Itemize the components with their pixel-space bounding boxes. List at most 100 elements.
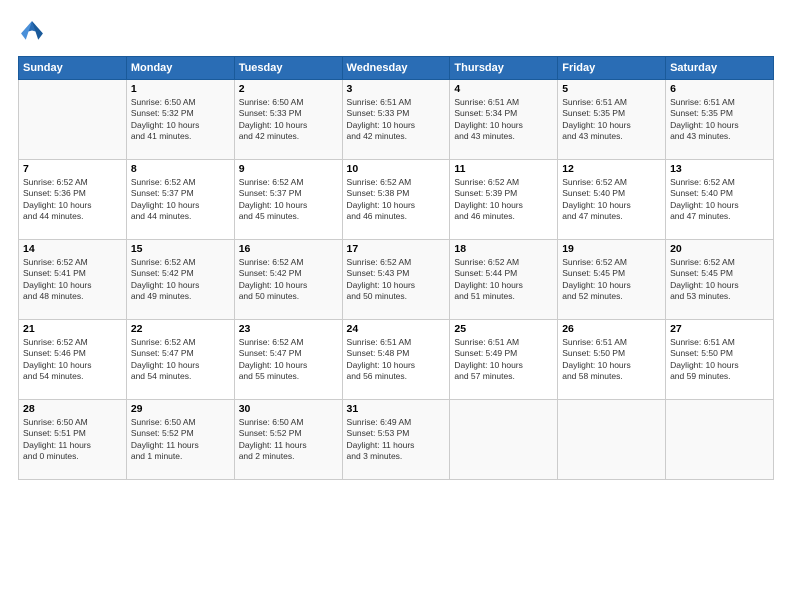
day-number: 11 bbox=[454, 163, 553, 175]
day-info: Sunrise: 6:49 AM Sunset: 5:53 PM Dayligh… bbox=[347, 417, 446, 463]
day-info: Sunrise: 6:51 AM Sunset: 5:50 PM Dayligh… bbox=[670, 337, 769, 383]
calendar-week-row: 28 Sunrise: 6:50 AM Sunset: 5:51 PM Dayli… bbox=[19, 400, 774, 480]
calendar-cell: 2 Sunrise: 6:50 AM Sunset: 5:33 PM Daylig… bbox=[234, 80, 342, 160]
day-info: Sunrise: 6:51 AM Sunset: 5:34 PM Dayligh… bbox=[454, 97, 553, 143]
calendar-week-row: 14Sunrise: 6:52 AM Sunset: 5:41 PM Dayli… bbox=[19, 240, 774, 320]
day-info: Sunrise: 6:52 AM Sunset: 5:44 PM Dayligh… bbox=[454, 257, 553, 303]
weekday-header-monday: Monday bbox=[126, 57, 234, 80]
day-number: 26 bbox=[562, 323, 661, 335]
calendar-cell: 22 Sunrise: 6:52 AM Sunset: 5:47 PM Dayli… bbox=[126, 320, 234, 400]
day-number: 6 bbox=[670, 83, 769, 95]
page: SundayMondayTuesdayWednesdayThursdayFrid… bbox=[0, 0, 792, 612]
weekday-header-saturday: Saturday bbox=[666, 57, 774, 80]
calendar-cell bbox=[450, 400, 558, 480]
day-info: Sunrise: 6:52 AM Sunset: 5:46 PM Dayligh… bbox=[23, 337, 122, 383]
day-info: Sunrise: 6:51 AM Sunset: 5:50 PM Dayligh… bbox=[562, 337, 661, 383]
calendar-cell: 21Sunrise: 6:52 AM Sunset: 5:46 PM Dayli… bbox=[19, 320, 127, 400]
day-info: Sunrise: 6:52 AM Sunset: 5:47 PM Dayligh… bbox=[239, 337, 338, 383]
calendar-cell: 5Sunrise: 6:51 AM Sunset: 5:35 PM Daylig… bbox=[558, 80, 666, 160]
weekday-header-wednesday: Wednesday bbox=[342, 57, 450, 80]
day-number: 22 bbox=[131, 323, 230, 335]
calendar-cell: 18 Sunrise: 6:52 AM Sunset: 5:44 PM Dayli… bbox=[450, 240, 558, 320]
day-number: 31 bbox=[347, 403, 446, 415]
calendar-cell: 6Sunrise: 6:51 AM Sunset: 5:35 PM Daylig… bbox=[666, 80, 774, 160]
day-number: 27 bbox=[670, 323, 769, 335]
day-info: Sunrise: 6:52 AM Sunset: 5:37 PM Dayligh… bbox=[239, 177, 338, 223]
day-number: 4 bbox=[454, 83, 553, 95]
day-info: Sunrise: 6:52 AM Sunset: 5:42 PM Dayligh… bbox=[131, 257, 230, 303]
day-number: 29 bbox=[131, 403, 230, 415]
day-number: 20 bbox=[670, 243, 769, 255]
day-info: Sunrise: 6:51 AM Sunset: 5:48 PM Dayligh… bbox=[347, 337, 446, 383]
calendar-cell: 14Sunrise: 6:52 AM Sunset: 5:41 PM Dayli… bbox=[19, 240, 127, 320]
day-info: Sunrise: 6:51 AM Sunset: 5:35 PM Dayligh… bbox=[562, 97, 661, 143]
day-info: Sunrise: 6:52 AM Sunset: 5:47 PM Dayligh… bbox=[131, 337, 230, 383]
day-info: Sunrise: 6:52 AM Sunset: 5:40 PM Dayligh… bbox=[670, 177, 769, 223]
calendar-cell: 8Sunrise: 6:52 AM Sunset: 5:37 PM Daylig… bbox=[126, 160, 234, 240]
calendar-cell: 1 Sunrise: 6:50 AM Sunset: 5:32 PM Daylig… bbox=[126, 80, 234, 160]
day-number: 28 bbox=[23, 403, 122, 415]
weekday-header-row: SundayMondayTuesdayWednesdayThursdayFrid… bbox=[19, 57, 774, 80]
weekday-header-thursday: Thursday bbox=[450, 57, 558, 80]
day-info: Sunrise: 6:50 AM Sunset: 5:52 PM Dayligh… bbox=[131, 417, 230, 463]
day-info: Sunrise: 6:52 AM Sunset: 5:43 PM Dayligh… bbox=[347, 257, 446, 303]
day-info: Sunrise: 6:50 AM Sunset: 5:51 PM Dayligh… bbox=[23, 417, 122, 463]
day-number: 18 bbox=[454, 243, 553, 255]
calendar-cell: 23 Sunrise: 6:52 AM Sunset: 5:47 PM Dayli… bbox=[234, 320, 342, 400]
calendar-cell: 9Sunrise: 6:52 AM Sunset: 5:37 PM Daylig… bbox=[234, 160, 342, 240]
calendar-cell: 11Sunrise: 6:52 AM Sunset: 5:39 PM Dayli… bbox=[450, 160, 558, 240]
day-info: Sunrise: 6:52 AM Sunset: 5:36 PM Dayligh… bbox=[23, 177, 122, 223]
calendar-cell: 10Sunrise: 6:52 AM Sunset: 5:38 PM Dayli… bbox=[342, 160, 450, 240]
calendar-week-row: 21Sunrise: 6:52 AM Sunset: 5:46 PM Dayli… bbox=[19, 320, 774, 400]
calendar-cell: 24Sunrise: 6:51 AM Sunset: 5:48 PM Dayli… bbox=[342, 320, 450, 400]
day-number: 30 bbox=[239, 403, 338, 415]
day-number: 15 bbox=[131, 243, 230, 255]
day-number: 3 bbox=[347, 83, 446, 95]
day-info: Sunrise: 6:51 AM Sunset: 5:33 PM Dayligh… bbox=[347, 97, 446, 143]
day-number: 16 bbox=[239, 243, 338, 255]
calendar-cell: 29 Sunrise: 6:50 AM Sunset: 5:52 PM Dayli… bbox=[126, 400, 234, 480]
calendar-cell: 16 Sunrise: 6:52 AM Sunset: 5:42 PM Dayli… bbox=[234, 240, 342, 320]
day-number: 2 bbox=[239, 83, 338, 95]
day-number: 19 bbox=[562, 243, 661, 255]
weekday-header-sunday: Sunday bbox=[19, 57, 127, 80]
calendar-cell: 31 Sunrise: 6:49 AM Sunset: 5:53 PM Dayli… bbox=[342, 400, 450, 480]
day-info: Sunrise: 6:50 AM Sunset: 5:52 PM Dayligh… bbox=[239, 417, 338, 463]
calendar-cell: 27 Sunrise: 6:51 AM Sunset: 5:50 PM Dayli… bbox=[666, 320, 774, 400]
calendar-cell: 13Sunrise: 6:52 AM Sunset: 5:40 PM Dayli… bbox=[666, 160, 774, 240]
day-number: 23 bbox=[239, 323, 338, 335]
weekday-header-tuesday: Tuesday bbox=[234, 57, 342, 80]
calendar-cell: 15 Sunrise: 6:52 AM Sunset: 5:42 PM Dayli… bbox=[126, 240, 234, 320]
day-number: 12 bbox=[562, 163, 661, 175]
day-info: Sunrise: 6:51 AM Sunset: 5:49 PM Dayligh… bbox=[454, 337, 553, 383]
day-info: Sunrise: 6:52 AM Sunset: 5:45 PM Dayligh… bbox=[670, 257, 769, 303]
day-info: Sunrise: 6:52 AM Sunset: 5:37 PM Dayligh… bbox=[131, 177, 230, 223]
calendar-week-row: 1 Sunrise: 6:50 AM Sunset: 5:32 PM Daylig… bbox=[19, 80, 774, 160]
calendar-table: SundayMondayTuesdayWednesdayThursdayFrid… bbox=[18, 56, 774, 480]
calendar-cell: 28 Sunrise: 6:50 AM Sunset: 5:51 PM Dayli… bbox=[19, 400, 127, 480]
calendar-cell: 30 Sunrise: 6:50 AM Sunset: 5:52 PM Dayli… bbox=[234, 400, 342, 480]
calendar-cell: 7Sunrise: 6:52 AM Sunset: 5:36 PM Daylig… bbox=[19, 160, 127, 240]
day-info: Sunrise: 6:52 AM Sunset: 5:40 PM Dayligh… bbox=[562, 177, 661, 223]
calendar-cell bbox=[19, 80, 127, 160]
day-info: Sunrise: 6:50 AM Sunset: 5:33 PM Dayligh… bbox=[239, 97, 338, 143]
calendar-cell: 19 Sunrise: 6:52 AM Sunset: 5:45 PM Dayli… bbox=[558, 240, 666, 320]
logo bbox=[18, 18, 50, 46]
day-number: 25 bbox=[454, 323, 553, 335]
calendar-cell: 3 Sunrise: 6:51 AM Sunset: 5:33 PM Daylig… bbox=[342, 80, 450, 160]
day-info: Sunrise: 6:52 AM Sunset: 5:45 PM Dayligh… bbox=[562, 257, 661, 303]
day-number: 1 bbox=[131, 83, 230, 95]
header bbox=[18, 18, 774, 46]
weekday-header-friday: Friday bbox=[558, 57, 666, 80]
calendar-cell bbox=[558, 400, 666, 480]
calendar-cell: 25 Sunrise: 6:51 AM Sunset: 5:49 PM Dayli… bbox=[450, 320, 558, 400]
calendar-cell bbox=[666, 400, 774, 480]
calendar-cell: 4 Sunrise: 6:51 AM Sunset: 5:34 PM Daylig… bbox=[450, 80, 558, 160]
day-info: Sunrise: 6:52 AM Sunset: 5:38 PM Dayligh… bbox=[347, 177, 446, 223]
day-info: Sunrise: 6:52 AM Sunset: 5:41 PM Dayligh… bbox=[23, 257, 122, 303]
day-info: Sunrise: 6:52 AM Sunset: 5:42 PM Dayligh… bbox=[239, 257, 338, 303]
calendar-cell: 12 Sunrise: 6:52 AM Sunset: 5:40 PM Dayli… bbox=[558, 160, 666, 240]
day-info: Sunrise: 6:50 AM Sunset: 5:32 PM Dayligh… bbox=[131, 97, 230, 143]
calendar-cell: 20 Sunrise: 6:52 AM Sunset: 5:45 PM Dayli… bbox=[666, 240, 774, 320]
calendar-week-row: 7Sunrise: 6:52 AM Sunset: 5:36 PM Daylig… bbox=[19, 160, 774, 240]
